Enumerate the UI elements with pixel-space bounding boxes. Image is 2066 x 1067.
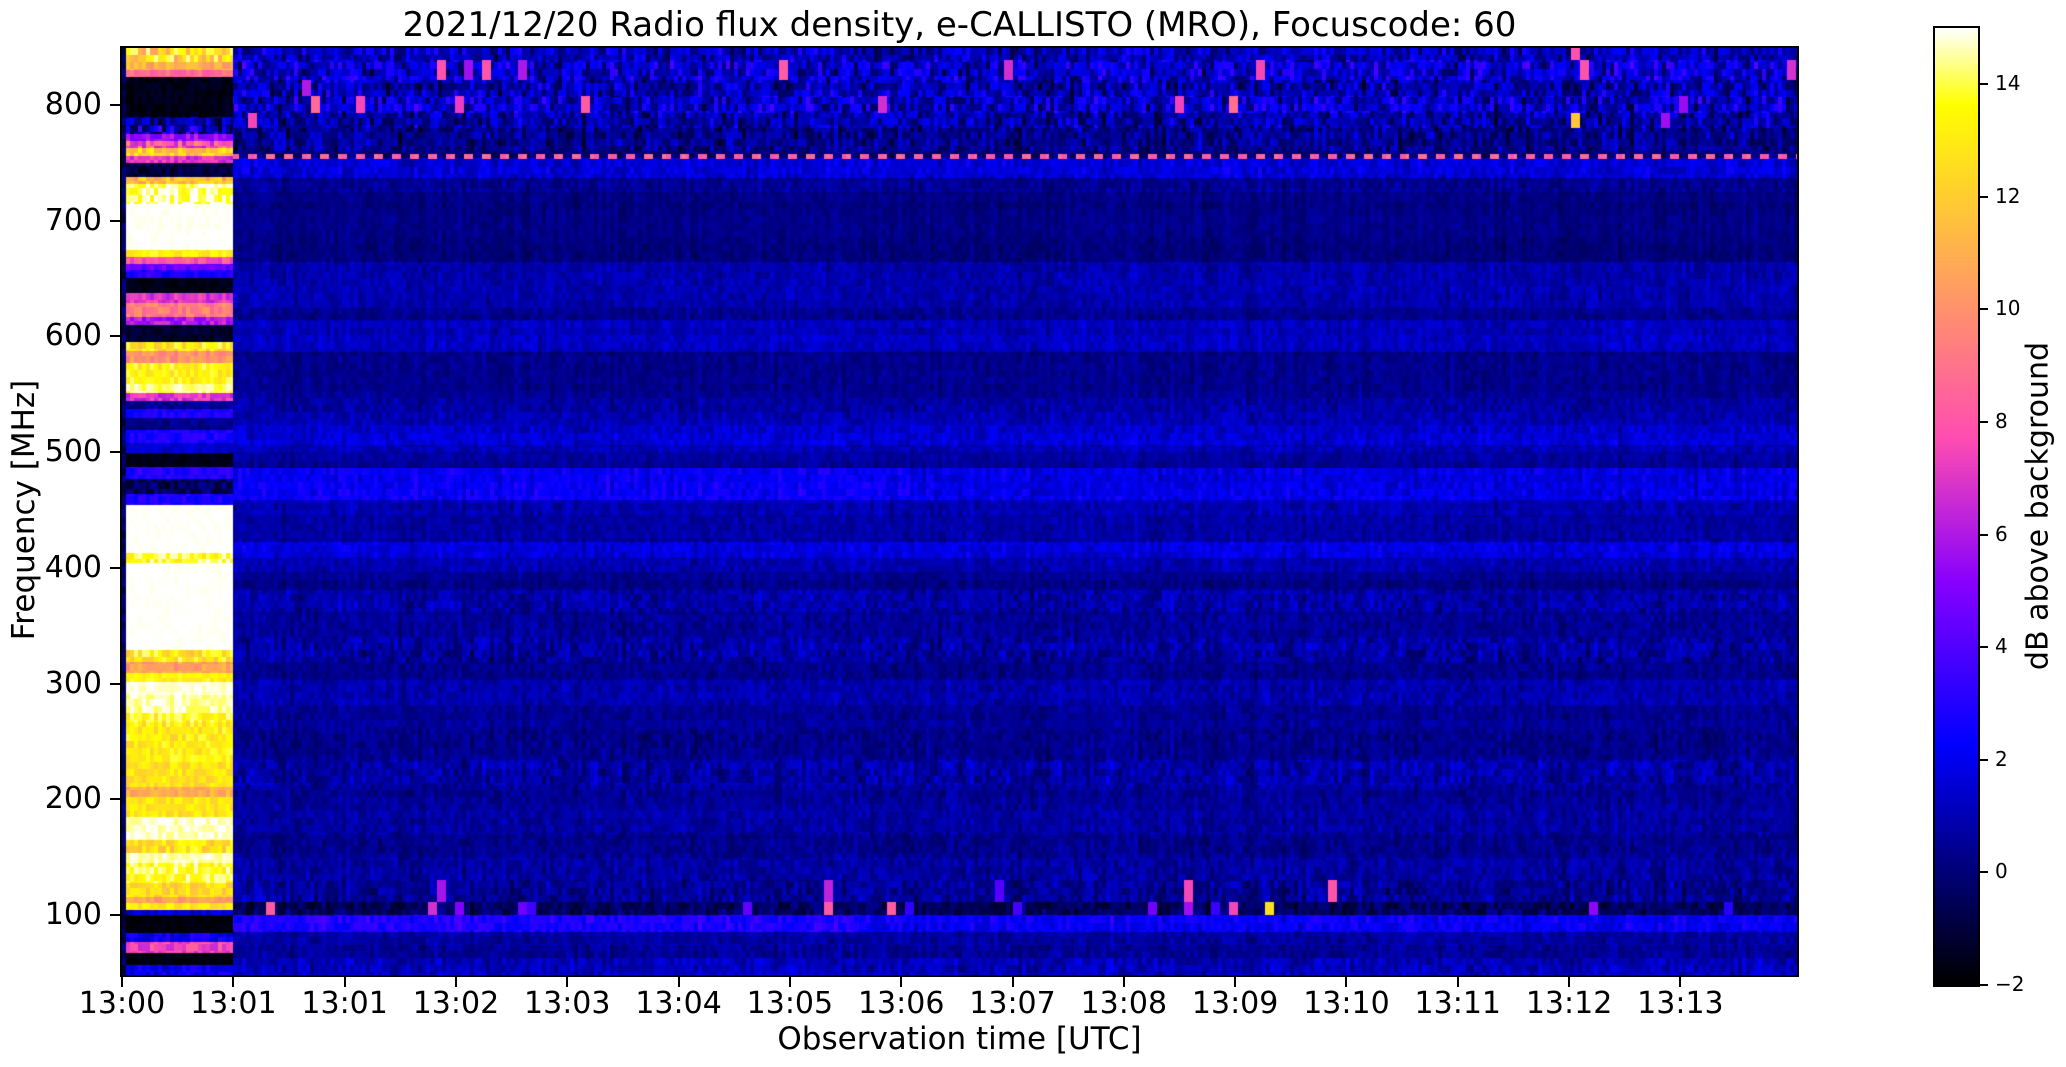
colorbar-tick-mark bbox=[1980, 308, 1988, 311]
plot-frame bbox=[120, 46, 1799, 977]
x-tick-label: 13:05 bbox=[746, 986, 834, 1021]
y-tick-label: 800 bbox=[44, 87, 102, 122]
y-tick-mark bbox=[110, 451, 120, 454]
colorbar-tick-mark bbox=[1980, 533, 1988, 536]
x-tick-label: 13:13 bbox=[1637, 986, 1724, 1021]
colorbar-tick-mark bbox=[1980, 984, 1988, 986]
colorbar-tick-mark bbox=[1980, 758, 1988, 761]
x-tick-label: 13:02 bbox=[412, 986, 500, 1021]
colorbar-tick-label: 14 bbox=[1995, 71, 2021, 96]
colorbar-tick-mark bbox=[1980, 871, 1988, 874]
x-tick-label: 13:01 bbox=[190, 986, 277, 1021]
colorbar-tick-label: 12 bbox=[1995, 183, 2021, 208]
colorbar-tick-label: 10 bbox=[1995, 296, 2021, 321]
x-tick-label: 13:01 bbox=[301, 986, 388, 1021]
colorbar-tick-label: 2 bbox=[1995, 746, 2008, 771]
spectrogram-heatmap bbox=[122, 48, 1797, 975]
y-tick-mark bbox=[110, 682, 120, 685]
colorbar-tick-mark bbox=[1980, 646, 1988, 649]
colorbar-tick-label: 0 bbox=[1995, 859, 2008, 884]
colorbar-tick-label: −2 bbox=[1995, 972, 2025, 996]
colorbar-frame bbox=[1933, 26, 1980, 987]
y-tick-mark bbox=[110, 104, 120, 106]
y-tick-label: 600 bbox=[44, 318, 102, 354]
colorbar-label: dB above background bbox=[2020, 341, 2056, 671]
x-tick-label: 13:04 bbox=[635, 986, 722, 1021]
y-tick-label: 700 bbox=[44, 202, 102, 238]
x-tick-label: 13:09 bbox=[1191, 986, 1279, 1021]
x-tick-label: 13:07 bbox=[969, 986, 1056, 1021]
colorbar-tick-label: 6 bbox=[1995, 521, 2008, 546]
x-tick-label: 13:08 bbox=[1080, 986, 1168, 1021]
y-tick-label: 100 bbox=[44, 896, 102, 932]
y-tick-mark bbox=[110, 566, 120, 569]
colorbar-gradient bbox=[1935, 28, 1978, 985]
y-tick-label: 200 bbox=[44, 781, 102, 817]
y-tick-mark bbox=[110, 335, 120, 338]
x-axis-label: Observation time [UTC] bbox=[777, 1021, 1142, 1057]
y-tick-label: 300 bbox=[44, 665, 102, 701]
y-tick-mark bbox=[110, 913, 120, 916]
chart-title: 2021/12/20 Radio flux density, e-CALLIST… bbox=[402, 5, 1517, 45]
y-tick-mark bbox=[110, 219, 120, 222]
colorbar-tick-mark bbox=[1980, 421, 1988, 424]
colorbar-tick-mark bbox=[1980, 83, 1988, 86]
x-tick-label: 13:11 bbox=[1414, 986, 1501, 1021]
y-tick-mark bbox=[110, 798, 120, 801]
x-tick-label: 13:10 bbox=[1303, 986, 1390, 1021]
x-tick-label: 13:00 bbox=[78, 986, 166, 1021]
x-tick-label: 13:06 bbox=[857, 986, 945, 1021]
x-tick-label: 13:03 bbox=[524, 986, 611, 1021]
colorbar-tick-label: 4 bbox=[1995, 634, 2008, 659]
colorbar-tick-label: 8 bbox=[1995, 409, 2008, 434]
x-tick-label: 13:12 bbox=[1525, 986, 1613, 1021]
colorbar-tick-mark bbox=[1980, 195, 1988, 198]
spectrogram-figure: 2021/12/20 Radio flux density, e-CALLIST… bbox=[0, 0, 2066, 1067]
y-axis-label: Frequency [MHz] bbox=[6, 379, 42, 641]
